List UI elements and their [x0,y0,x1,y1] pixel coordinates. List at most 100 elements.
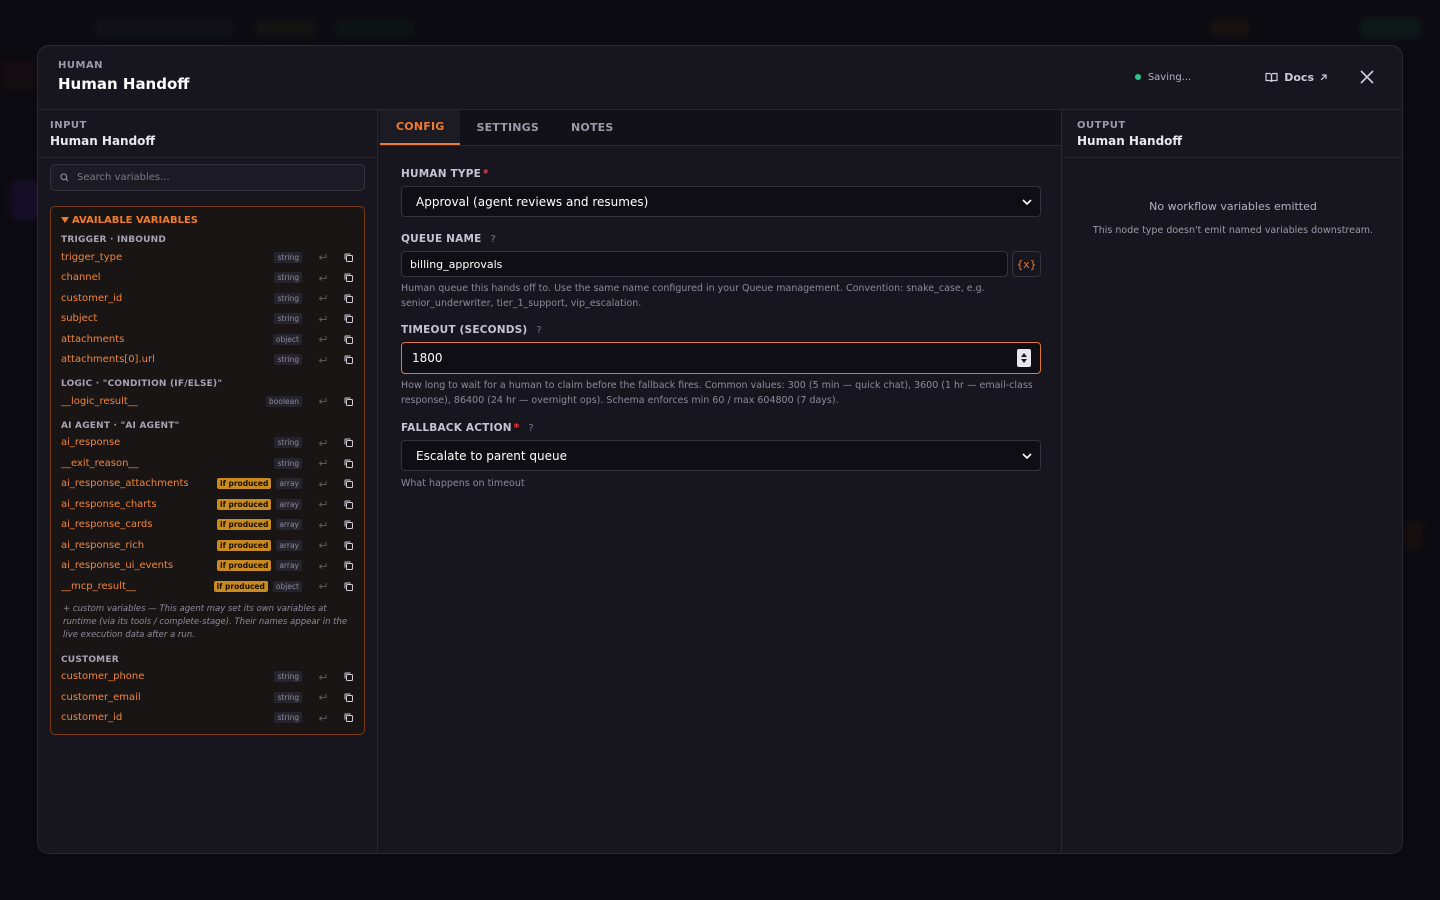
insert-variable-icon[interactable] [316,251,328,263]
available-variables-toggle[interactable]: AVAILABLE VARIABLES [61,215,354,226]
copy-icon[interactable] [342,691,354,703]
insert-variable-icon[interactable] [316,395,328,407]
help-icon[interactable]: ? [491,234,497,245]
variable-row[interactable]: attachments[0].url string [61,350,354,371]
insert-variable-icon[interactable] [316,457,328,469]
variable-row[interactable]: __exit_reason__ string [61,453,354,474]
insert-variable-icon[interactable] [316,560,328,572]
variable-row[interactable]: customer_phone string [61,667,354,688]
copy-icon[interactable] [342,519,354,531]
search-input[interactable] [77,172,355,183]
variable-name[interactable]: customer_id [61,293,274,304]
variable-name[interactable]: __exit_reason__ [61,458,274,469]
variable-name[interactable]: ai_response_charts [61,499,217,510]
copy-icon[interactable] [342,539,354,551]
variable-name[interactable]: ai_response_cards [61,519,217,530]
insert-variable-button[interactable]: {x} [1012,251,1041,277]
copy-icon[interactable] [342,313,354,325]
fallback-value: Escalate to parent queue [416,448,567,463]
copy-icon[interactable] [342,457,354,469]
insert-variable-icon[interactable] [316,478,328,490]
variable-type-badge: string [274,313,302,325]
insert-variable-icon[interactable] [316,437,328,449]
insert-variable-icon[interactable] [316,712,328,724]
insert-variable-icon[interactable] [316,539,328,551]
tab-settings[interactable]: SETTINGS [460,110,555,145]
variable-name[interactable]: __logic_result__ [61,396,266,407]
copy-icon[interactable] [342,395,354,407]
fallback-select[interactable]: Escalate to parent queue [401,440,1041,471]
variable-row[interactable]: ai_response_cards if produced array [61,515,354,536]
variable-row[interactable]: customer_email string [61,687,354,708]
human-type-select[interactable]: Approval (agent reviews and resumes) [401,186,1041,217]
tab-notes[interactable]: NOTES [555,110,630,145]
close-icon [1360,70,1374,84]
variable-type-badge: string [274,354,302,366]
close-button[interactable] [1358,68,1376,86]
variable-name[interactable]: channel [61,272,274,283]
copy-icon[interactable] [342,292,354,304]
insert-variable-icon[interactable] [316,313,328,325]
docs-label: Docs [1284,70,1314,84]
insert-variable-icon[interactable] [316,333,328,345]
insert-variable-icon[interactable] [316,580,328,592]
timeout-input[interactable] [412,351,1017,365]
input-node-name: Human Handoff [50,134,156,148]
variable-row[interactable]: trigger_type string [61,247,354,268]
insert-variable-icon[interactable] [316,498,328,510]
variable-name[interactable]: __mcp_result__ [61,581,214,592]
variable-name[interactable]: customer_email [61,692,274,703]
insert-variable-icon[interactable] [316,691,328,703]
variable-group-label: AI AGENT · "AI AGENT" [61,420,180,431]
variable-name[interactable]: ai_response_attachments [61,478,217,489]
copy-icon[interactable] [342,671,354,683]
copy-icon[interactable] [342,272,354,284]
variable-row[interactable]: ai_response_ui_events if produced array [61,556,354,577]
variable-row[interactable]: ai_response_charts if produced array [61,494,354,515]
copy-icon[interactable] [342,560,354,572]
variable-name[interactable]: attachments[0].url [61,354,274,365]
copy-icon[interactable] [342,354,354,366]
variable-row[interactable]: ai_response_attachments if produced array [61,474,354,495]
insert-variable-icon[interactable] [316,292,328,304]
copy-icon[interactable] [342,580,354,592]
output-panel: OUTPUT Human Handoff No workflow variabl… [1064,110,1402,853]
variable-name[interactable]: ai_response_ui_events [61,560,217,571]
insert-variable-icon[interactable] [316,272,328,284]
variable-row[interactable]: __mcp_result__ if produced object [61,576,354,597]
docs-link[interactable]: Docs [1265,71,1334,84]
queue-name-input[interactable] [401,251,1008,277]
variable-row[interactable]: subject string [61,309,354,330]
variable-name[interactable]: ai_response [61,437,274,448]
variable-row[interactable]: __logic_result__ boolean [61,391,354,412]
variable-name[interactable]: subject [61,313,274,324]
variable-row[interactable]: channel string [61,268,354,289]
variable-name[interactable]: attachments [61,334,273,345]
variable-row[interactable]: customer_id string [61,288,354,309]
copy-icon[interactable] [342,498,354,510]
insert-variable-icon[interactable] [316,519,328,531]
help-icon[interactable]: ? [536,325,542,336]
copy-icon[interactable] [342,437,354,449]
variable-row[interactable]: attachments object [61,329,354,350]
variable-type-badge: array [276,519,302,531]
copy-icon[interactable] [342,251,354,263]
number-spinner[interactable] [1017,349,1031,367]
variable-row[interactable]: ai_response_rich if produced array [61,535,354,556]
custom-variables-note: + custom variables — This agent may set … [63,603,348,640]
variable-row[interactable]: customer_id string [61,708,354,729]
copy-icon[interactable] [342,712,354,724]
variable-name[interactable]: ai_response_rich [61,540,217,551]
tab-config[interactable]: CONFIG [380,110,461,145]
variable-name[interactable]: customer_phone [61,671,274,682]
variable-name[interactable]: customer_id [61,712,274,723]
variable-row[interactable]: ai_response string [61,433,354,454]
copy-icon[interactable] [342,478,354,490]
variable-name[interactable]: trigger_type [61,252,274,263]
insert-variable-icon[interactable] [316,671,328,683]
insert-variable-icon[interactable] [316,354,328,366]
variable-type-badge: object [272,333,302,345]
queue-name-row: {x} [401,251,1041,277]
copy-icon[interactable] [342,333,354,345]
help-icon[interactable]: ? [528,423,534,434]
